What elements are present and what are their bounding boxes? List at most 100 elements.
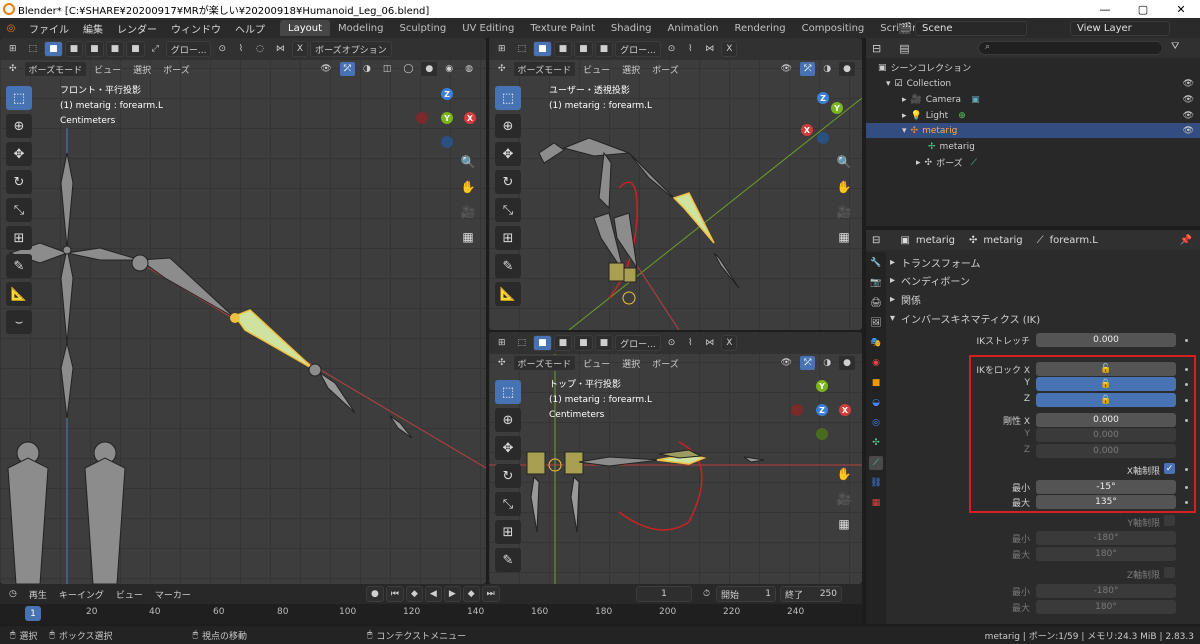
breadcrumb-object[interactable]: metarig [916, 235, 955, 246]
overlay-icon[interactable]: ◑ [358, 61, 376, 77]
top-rotate-tool-icon[interactable]: ↻ [495, 464, 521, 488]
top-cursor-tool-icon[interactable]: ⊕ [495, 408, 521, 432]
tab-layout[interactable]: Layout [280, 20, 330, 36]
top-annotate-tool-icon[interactable]: ✎ [495, 548, 521, 572]
breadcrumb-armature[interactable]: metarig [983, 235, 1022, 246]
select-mode-extend-icon[interactable]: ■ [64, 41, 84, 57]
section-relations[interactable]: ▸ 関係 [890, 291, 921, 307]
view-layer-tab-icon[interactable]: 🖼 [869, 316, 883, 330]
play-reverse-icon[interactable]: ◀ [424, 586, 442, 602]
prev-keyframe-icon[interactable]: ◆ [405, 586, 423, 602]
playback-menu[interactable]: 再生 [24, 586, 52, 602]
mirror-icon[interactable]: ⋈ [271, 41, 290, 57]
menu-render[interactable]: レンダー [110, 21, 164, 36]
top-pivot-icon[interactable]: ⊙ [663, 335, 681, 351]
tab-animation[interactable]: Animation [660, 20, 727, 36]
top-gizmo-toggle-icon[interactable]: ⤱ [799, 355, 817, 371]
collection-eye-icon[interactable]: 👁 [1183, 79, 1194, 89]
tab-shading[interactable]: Shading [603, 20, 660, 36]
top-select-menu[interactable]: 選択 [617, 355, 645, 371]
user-ortho-grid-icon[interactable]: ▦ [834, 227, 854, 247]
top-select-mode-subtract-icon[interactable]: ■ [574, 335, 593, 351]
pose-options-dropdown[interactable]: ボーズオプション [310, 41, 392, 57]
top-pose-menu[interactable]: ボーズ [647, 355, 684, 371]
measure-tool-icon[interactable]: 📐 [6, 282, 32, 306]
outliner-item-light[interactable]: ▸ 💡 Light ⊕ 👁 [866, 108, 1200, 123]
pose-tool-icon[interactable]: ⌣ [6, 310, 32, 334]
menu-edit[interactable]: 編集 [76, 21, 110, 36]
bone-constraint-tab-icon[interactable]: ⛓ [869, 476, 883, 490]
user-snap-icon[interactable]: ⌇ [682, 41, 698, 57]
z-min-field[interactable]: -180° [1036, 584, 1176, 598]
user-gizmo-toggle-icon[interactable]: ⤱ [799, 61, 817, 77]
top-select-mode-new-icon[interactable]: ■ [533, 335, 552, 351]
ik-stretch-field[interactable]: 0.000 [1036, 333, 1176, 347]
tab-uv-editing[interactable]: UV Editing [454, 20, 522, 36]
user-annotate-tool-icon[interactable]: ✎ [495, 254, 521, 278]
texture-tab-icon[interactable]: ▦ [869, 496, 883, 510]
user-camera-view-icon[interactable]: 🎥 [834, 202, 854, 222]
minimize-button[interactable]: — [1086, 0, 1124, 18]
user-scale-tool-icon[interactable]: ⤡ [495, 198, 521, 222]
user-select-mode-invert-icon[interactable]: ■ [594, 41, 614, 57]
scene-tab-icon[interactable]: 🎭 [869, 336, 883, 350]
y-max-field[interactable]: 180° [1036, 547, 1176, 561]
scale-tool-icon[interactable]: ⤡ [6, 198, 32, 222]
user-gizmo-z-icon[interactable]: Z [817, 92, 829, 104]
gizmo-toggle-icon[interactable]: ⤱ [338, 61, 356, 77]
play-icon[interactable]: ▶ [443, 586, 461, 602]
top-snap-icon[interactable]: ⌇ [682, 335, 698, 351]
user-rotate-tool-icon[interactable]: ↻ [495, 170, 521, 194]
pin-icon[interactable]: 📌 [1180, 235, 1192, 246]
z-max-field[interactable]: 180° [1036, 600, 1176, 614]
top-visibility-icon[interactable]: 👁 [776, 355, 797, 371]
scene-selector[interactable]: Scene [915, 21, 1027, 36]
y-limit-checkbox[interactable] [1164, 515, 1175, 526]
shading-rendered-icon[interactable]: ◍ [460, 61, 478, 77]
annotate-tool-icon[interactable]: ✎ [6, 254, 32, 278]
outliner-search-input[interactable]: ⌕ [978, 41, 1163, 55]
camera-eye-icon[interactable]: 👁 [1183, 95, 1194, 105]
user-select-mode-new-icon[interactable]: ■ [533, 41, 552, 57]
z-limit-checkbox[interactable] [1164, 567, 1175, 578]
user-select-mode-subtract-icon[interactable]: ■ [574, 41, 593, 57]
select-tool-icon[interactable]: ⬚ [24, 41, 43, 57]
gizmo-y-icon[interactable]: Y [441, 112, 453, 124]
top-select-mode-extend-icon[interactable]: ■ [553, 335, 573, 351]
outliner-item-camera[interactable]: ▸ 🎥 Camera ▣ 👁 [866, 92, 1200, 107]
user-mode-selector[interactable]: ボーズモード [512, 61, 577, 77]
user-gizmo-neg-z-icon[interactable] [817, 132, 829, 144]
gizmo-neg-z-icon[interactable] [441, 136, 453, 148]
output-tab-icon[interactable]: 🖨 [869, 296, 883, 310]
top-editor-type-icon[interactable]: ⊞ [493, 335, 511, 351]
user-pivot-icon[interactable]: ⊙ [663, 41, 681, 57]
shading-wire-icon[interactable]: ◯ [398, 61, 418, 77]
top-select-tool-icon[interactable]: ⬚ [513, 335, 532, 351]
camera-view-icon[interactable]: 🎥 [458, 202, 478, 222]
tab-rendering[interactable]: Rendering [727, 20, 794, 36]
outliner-item-pose[interactable]: ▸ ✣ ボーズ ⟋ [866, 155, 1200, 170]
user-shading-solid-icon[interactable]: ● [838, 61, 856, 77]
select-box-tool-icon[interactable]: ⬚ [6, 86, 32, 110]
user-select-box-tool-icon[interactable]: ⬚ [495, 86, 521, 110]
timeline-editor-type-icon[interactable]: ◷ [4, 586, 22, 602]
section-bendy-bones[interactable]: ▸ ベンディボーン [890, 272, 970, 288]
top-pan-hand-icon[interactable]: ✋ [834, 464, 854, 484]
mode-selector[interactable]: ボーズモード [23, 61, 88, 77]
user-zoom-icon[interactable]: 🔍 [834, 152, 854, 172]
timeline-ruler[interactable]: 1 20 40 60 80 100 120 140 160 180 200 22… [0, 604, 862, 624]
user-nav-gizmo[interactable]: Z Y X [789, 86, 859, 156]
user-overlay-icon[interactable]: ◑ [818, 61, 836, 77]
playhead[interactable]: 1 [25, 606, 41, 621]
select-mode-invert-icon[interactable]: ■ [105, 41, 125, 57]
expand-arrow-icon[interactable]: ▸ [902, 111, 907, 121]
top-transform-tool-icon[interactable]: ⊞ [495, 520, 521, 544]
user-editor-type-icon[interactable]: ⊞ [493, 41, 511, 57]
view-menu[interactable]: ビュー [89, 61, 126, 77]
top-select-box-tool-icon[interactable]: ⬚ [495, 380, 521, 404]
transform-tool-icon[interactable]: ⊞ [6, 226, 32, 250]
visibility-icon[interactable]: 👁 [315, 61, 336, 77]
tool-tab-icon[interactable]: 🔧 [869, 256, 883, 270]
expand-arrow-icon[interactable]: ▾ [902, 126, 907, 136]
user-measure-tool-icon[interactable]: 📐 [495, 282, 521, 306]
